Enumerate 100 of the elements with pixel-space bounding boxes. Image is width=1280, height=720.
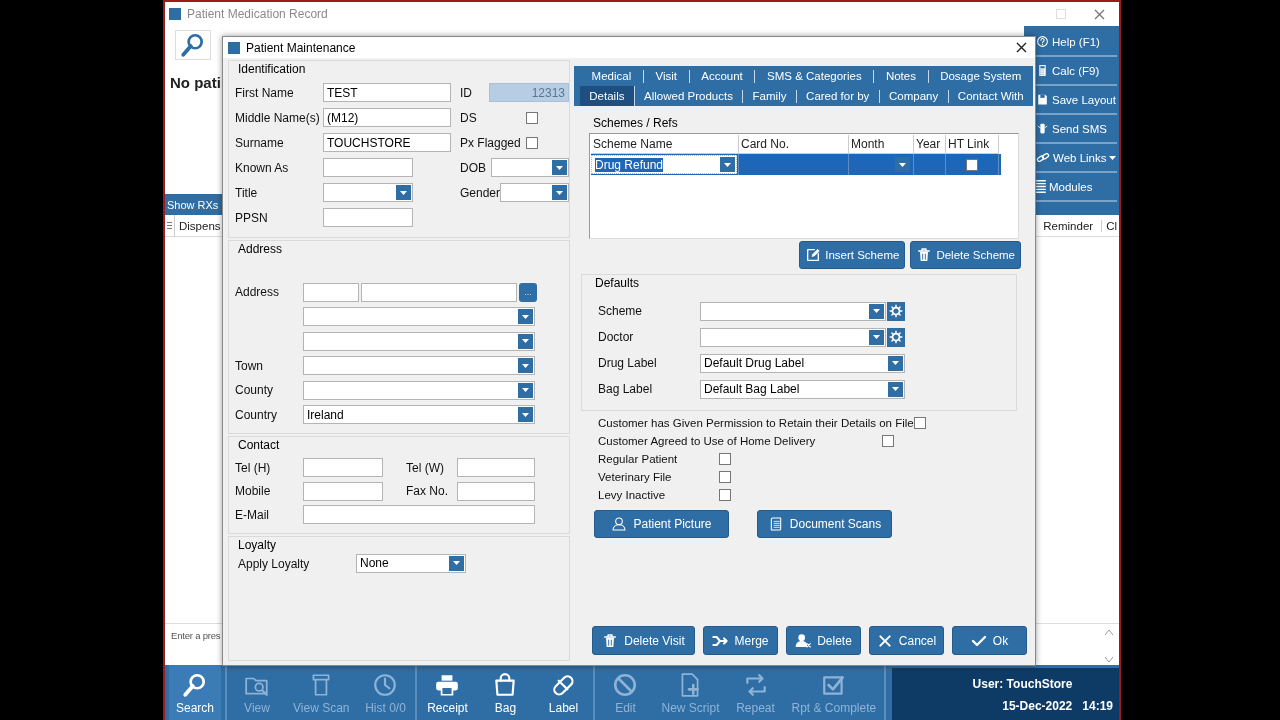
field-label: Regular Patient xyxy=(598,452,679,466)
text-field[interactable] xyxy=(303,481,383,501)
dropdown-field[interactable]: Default Drug Label xyxy=(700,353,905,373)
tab[interactable]: Visit xyxy=(643,69,690,83)
dropdown-field[interactable] xyxy=(491,158,569,177)
text-field[interactable] xyxy=(303,505,535,525)
search-button[interactable] xyxy=(175,30,211,60)
edit-icon xyxy=(805,247,822,263)
user-icon xyxy=(611,516,628,532)
dropdown-field[interactable] xyxy=(303,331,535,351)
text-field[interactable] xyxy=(457,481,535,501)
insert-scheme-button[interactable]: Insert Scheme xyxy=(799,241,906,269)
delete-button[interactable]: Delete xyxy=(786,626,861,655)
list-icon xyxy=(1036,180,1046,193)
tab[interactable]: Details xyxy=(580,86,635,106)
search-button[interactable]: Search xyxy=(169,665,221,720)
patient-picture-button[interactable]: Patient Picture xyxy=(594,510,729,538)
caret-icon xyxy=(720,157,735,172)
field-label: Title xyxy=(235,185,259,200)
caret-icon xyxy=(518,309,533,325)
dropdown-field[interactable]: Drug Refund xyxy=(591,155,737,174)
text-field[interactable] xyxy=(361,282,517,302)
tab[interactable]: SMS & Categories xyxy=(755,69,875,83)
delete-visit-button[interactable]: Delete Visit xyxy=(592,626,695,655)
text-field[interactable]: (M12) xyxy=(323,108,451,127)
dropdown-field[interactable]: Default Bag Label xyxy=(700,379,905,399)
dropdown-field[interactable]: None xyxy=(356,553,466,573)
delete-button[interactable]: Delete Scheme xyxy=(910,241,1021,269)
checkbox[interactable] xyxy=(526,111,538,124)
clock-icon xyxy=(372,672,399,698)
text-field[interactable] xyxy=(457,458,535,478)
dropdown-field[interactable] xyxy=(303,307,535,327)
tab[interactable]: Dosage System xyxy=(928,69,1033,83)
checkbox[interactable] xyxy=(913,417,926,429)
field-label: County xyxy=(235,383,275,398)
section-title: Schemes / Refs xyxy=(593,116,679,130)
app-icon xyxy=(228,41,240,54)
text-field[interactable]: TOUCHSTORE xyxy=(323,133,451,152)
text-field[interactable]: TEST xyxy=(323,83,451,102)
status-message: No pati xyxy=(170,74,221,91)
dropdown-field[interactable] xyxy=(700,301,886,321)
dropdown-field[interactable] xyxy=(303,356,535,376)
prescription-field[interactable]: Enter a pres xyxy=(171,630,221,641)
column-header[interactable]: Dispens xyxy=(175,219,221,232)
tab[interactable]: Cared for by xyxy=(796,89,880,103)
checkbox[interactable] xyxy=(526,136,538,149)
bag-button[interactable]: Bag xyxy=(479,665,532,720)
field-label: ID xyxy=(460,85,472,100)
scroll-up-button[interactable] xyxy=(1105,630,1113,635)
field-label: Bag Label xyxy=(598,382,654,396)
checkbox[interactable] xyxy=(966,158,978,171)
field-label: Drug Label xyxy=(598,356,658,370)
group-title: Loyalty xyxy=(238,537,278,552)
checkbox[interactable] xyxy=(719,489,731,501)
field-label: Known As xyxy=(235,160,290,175)
settings-button[interactable] xyxy=(887,301,905,321)
text-field[interactable] xyxy=(323,158,413,177)
table-row[interactable]: Drug Refund xyxy=(591,154,1001,175)
grip-icon xyxy=(167,222,172,229)
dropdown-field[interactable] xyxy=(323,183,413,202)
field-label: Surname xyxy=(235,135,285,150)
scroll-down-button[interactable] xyxy=(1105,657,1113,662)
dropdown-field[interactable] xyxy=(700,327,886,347)
checkbox[interactable] xyxy=(719,453,731,465)
column-header[interactable]: Cl xyxy=(1101,219,1117,232)
ok-button[interactable]: Ok xyxy=(952,626,1027,655)
document-scans-button[interactable]: Document Scans xyxy=(757,510,892,538)
column-header[interactable]: Reminder xyxy=(1043,219,1094,232)
checkbox[interactable] xyxy=(719,471,731,483)
tab[interactable]: Medical xyxy=(580,69,644,83)
tab[interactable]: Contact With xyxy=(948,89,1033,103)
text-field[interactable] xyxy=(303,282,359,302)
caret-icon xyxy=(552,185,567,200)
printer-icon xyxy=(434,672,461,698)
cancel-button[interactable]: Cancel xyxy=(869,626,944,655)
field-label: Fax No. xyxy=(406,484,449,499)
dropdown-field[interactable] xyxy=(500,183,569,202)
text-field[interactable] xyxy=(303,458,383,478)
close-button[interactable] xyxy=(1016,42,1027,53)
tab[interactable]: Show RXs xyxy=(165,194,222,215)
field-label: DS xyxy=(460,110,478,125)
field-label: DOB xyxy=(460,160,486,175)
text-field[interactable] xyxy=(323,208,413,227)
tab[interactable]: Company xyxy=(879,89,949,103)
checkbox[interactable] xyxy=(882,435,894,447)
dropdown-field[interactable] xyxy=(303,380,535,400)
tab[interactable]: Account xyxy=(689,69,756,83)
receipt-button[interactable]: Receipt xyxy=(421,665,474,720)
phone-icon xyxy=(1036,122,1049,135)
field-label: Tel (W) xyxy=(406,460,445,475)
tab[interactable]: Allowed Products xyxy=(634,89,744,103)
label-button[interactable]: Label xyxy=(537,665,590,720)
field-label: Apply Loyalty xyxy=(238,556,310,571)
merge-button[interactable]: Merge xyxy=(703,626,778,655)
browse-button[interactable]: ... xyxy=(519,282,537,302)
tab[interactable]: Family xyxy=(743,89,797,103)
settings-button[interactable] xyxy=(887,327,905,347)
tab[interactable]: Notes xyxy=(874,69,929,83)
dropdown-field[interactable]: Ireland xyxy=(303,405,535,425)
settings-icon xyxy=(889,304,903,318)
